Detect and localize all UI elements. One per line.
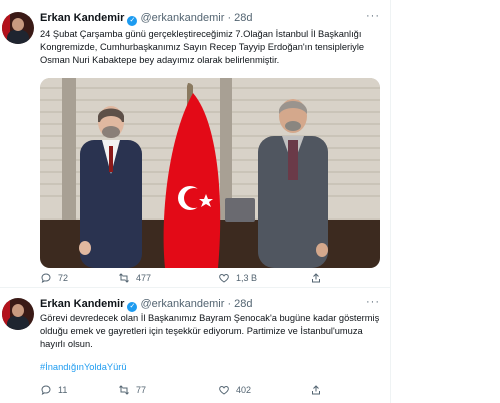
tweet-timestamp[interactable]: 28d bbox=[234, 298, 252, 310]
avatar[interactable] bbox=[2, 298, 34, 330]
tweet[interactable]: Erkan Kandemir ✓ @erkankandemir · 28d ···… bbox=[0, 8, 390, 293]
author-name[interactable]: Erkan Kandemir bbox=[40, 298, 124, 310]
share-icon bbox=[312, 385, 320, 395]
more-horizontal-icon[interactable]: ··· bbox=[366, 296, 380, 308]
author-name[interactable]: Erkan Kandemir bbox=[40, 12, 124, 24]
tweet-header: Erkan Kandemir ✓ @erkankandemir · 28d bbox=[40, 298, 253, 312]
retweet-button[interactable]: 77 bbox=[118, 384, 146, 396]
reply-button[interactable]: 72 bbox=[40, 272, 68, 284]
retweet-icon bbox=[119, 385, 129, 395]
reply-count: 72 bbox=[58, 273, 69, 283]
like-count: 402 bbox=[236, 385, 252, 395]
tweet-timestamp[interactable]: 28d bbox=[234, 12, 252, 24]
hashtag-link[interactable]: #İnandığınYoldaYürü bbox=[40, 362, 127, 372]
tweet-header: Erkan Kandemir ✓ @erkankandemir · 28d bbox=[40, 12, 253, 26]
like-count: 1,3 B bbox=[236, 273, 258, 283]
separator-dot: · bbox=[227, 12, 232, 24]
photo-image bbox=[40, 78, 380, 268]
tweet-text: 24 Şubat Çarşamba günü gerçekleştireceği… bbox=[40, 29, 365, 65]
share-button[interactable] bbox=[310, 384, 322, 396]
heart-icon bbox=[219, 385, 229, 395]
reply-icon bbox=[41, 385, 51, 396]
retweet-count: 77 bbox=[136, 385, 147, 395]
reply-count: 11 bbox=[58, 385, 68, 395]
reply-icon bbox=[41, 273, 51, 284]
verified-badge-icon: ✓ bbox=[127, 302, 138, 312]
tweet-text: Görevi devredecek olan İl Başkanımız Bay… bbox=[40, 313, 380, 349]
retweet-icon bbox=[119, 273, 129, 283]
tweet-actions: 11 77 402 bbox=[40, 384, 340, 398]
verified-badge-icon: ✓ bbox=[127, 16, 138, 26]
share-icon bbox=[312, 273, 320, 283]
share-button[interactable] bbox=[310, 272, 322, 284]
like-button[interactable]: 1,3 B bbox=[218, 272, 257, 284]
retweet-button[interactable]: 477 bbox=[118, 272, 151, 284]
author-handle[interactable]: @erkankandemir bbox=[140, 12, 224, 24]
tweet[interactable]: Erkan Kandemir ✓ @erkankandemir · 28d ···… bbox=[0, 296, 390, 403]
heart-icon bbox=[219, 273, 229, 283]
tweet-actions: 72 477 1,3 B bbox=[40, 272, 340, 286]
tweet-divider bbox=[0, 287, 390, 288]
author-handle[interactable]: @erkankandemir bbox=[140, 298, 224, 310]
avatar[interactable] bbox=[2, 12, 34, 44]
retweet-count: 477 bbox=[136, 273, 152, 283]
timeline: Erkan Kandemir ✓ @erkankandemir · 28d ···… bbox=[0, 0, 391, 403]
separator-dot: · bbox=[227, 298, 232, 310]
more-horizontal-icon[interactable]: ··· bbox=[366, 10, 380, 22]
tweet-photo[interactable] bbox=[40, 78, 380, 268]
reply-button[interactable]: 11 bbox=[40, 384, 67, 396]
like-button[interactable]: 402 bbox=[218, 384, 251, 396]
